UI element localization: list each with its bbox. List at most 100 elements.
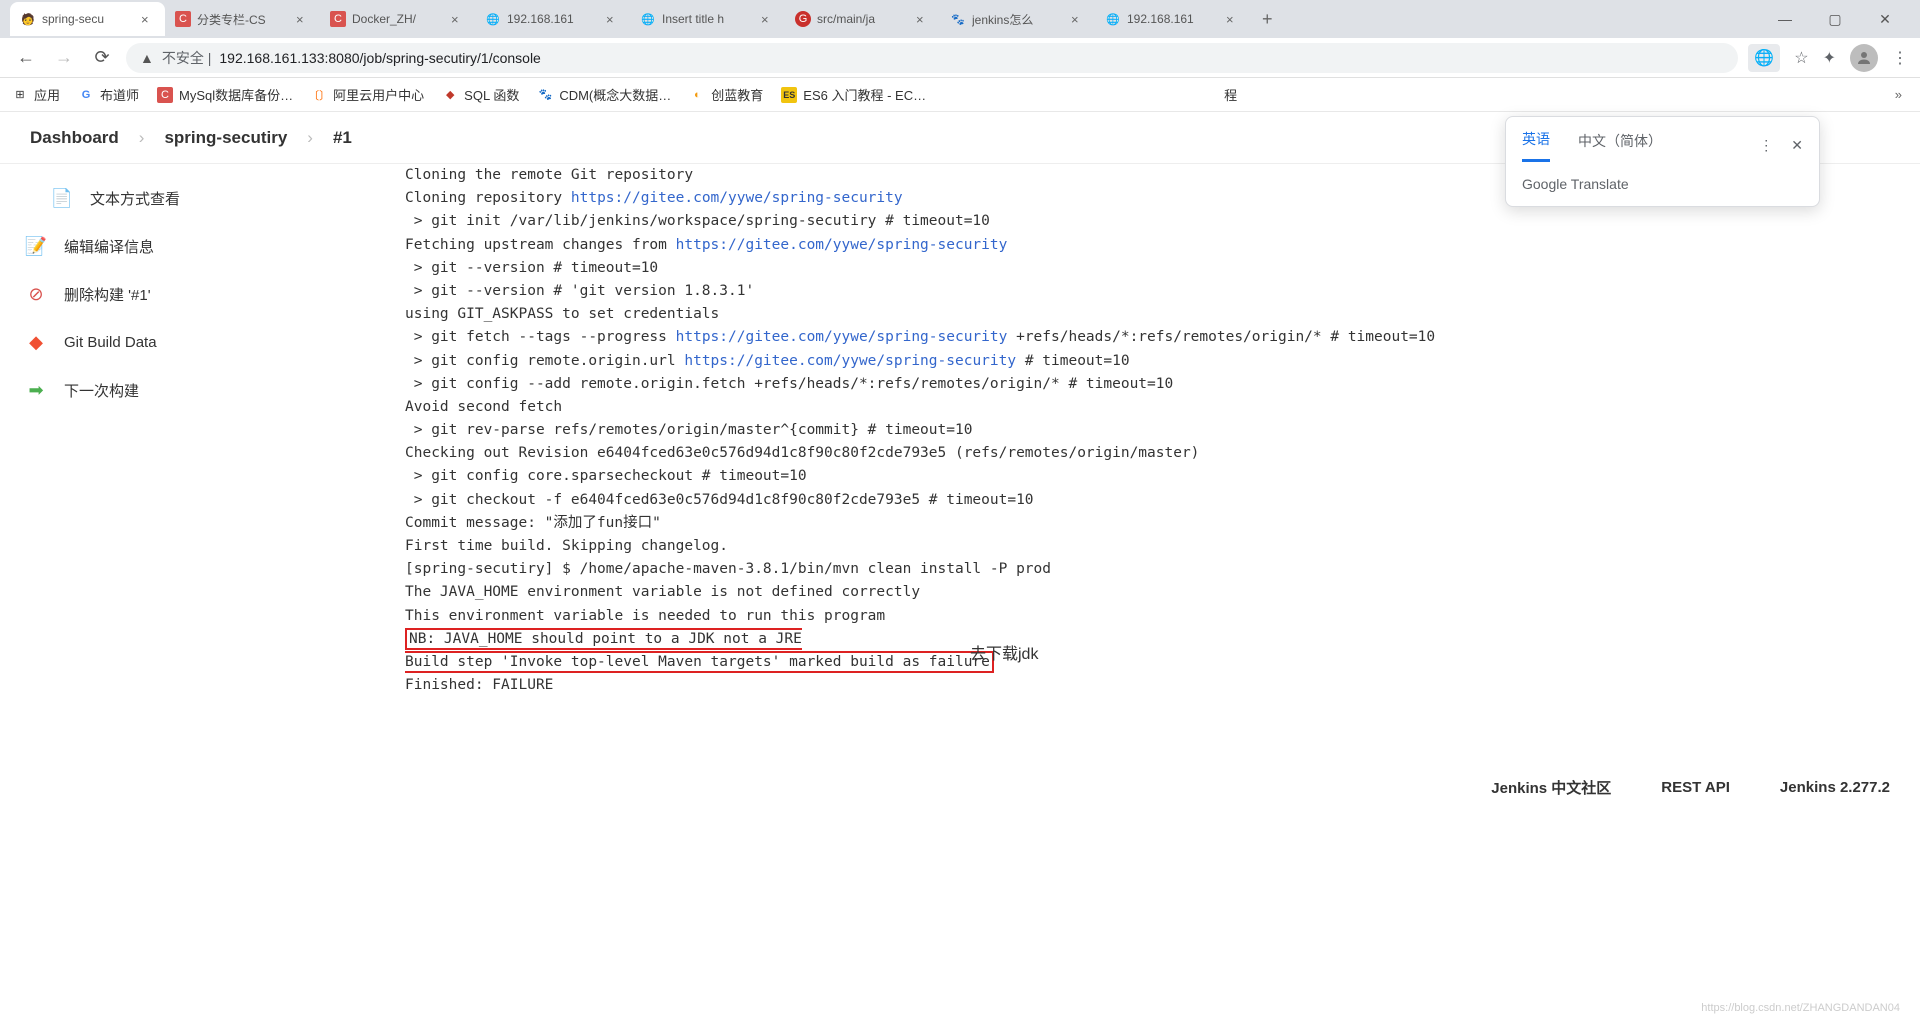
menu-icon[interactable]: ⋮: [1892, 48, 1908, 68]
translate-close-icon[interactable]: ✕: [1791, 137, 1803, 154]
tab-title-0: spring-secu: [42, 12, 135, 26]
bookmark-3[interactable]: 〔〕 阿里云用户中心: [311, 85, 424, 104]
repo-link[interactable]: https://gitee.com/yywe/spring-security: [684, 353, 1016, 369]
repo-link[interactable]: https://gitee.com/yywe/spring-security: [571, 190, 903, 206]
tab-title-6: jenkins怎么: [972, 11, 1065, 28]
breadcrumb-job[interactable]: spring-secutiry: [164, 128, 287, 148]
close-icon[interactable]: ×: [606, 12, 620, 26]
bookmark-label: 创蓝教育: [711, 85, 763, 104]
bookmark-icon: 〔〕: [311, 87, 327, 103]
error-highlight: NB: JAVA_HOME should point to a JDK not …: [405, 628, 994, 673]
toolbar-right: 🌐 ☆ ✦ ⋮: [1748, 44, 1908, 72]
tab-1[interactable]: C 分类专栏-CS ×: [165, 2, 320, 36]
console-line: Fetching upstream changes from: [405, 237, 676, 253]
close-window-button[interactable]: ✕: [1870, 11, 1900, 28]
bookmark-1[interactable]: G 布道师: [78, 85, 139, 104]
tab-strip: 🧑 spring-secu × C 分类专栏-CS × C Docker_ZH/…: [0, 0, 1920, 38]
tab-2[interactable]: C Docker_ZH/ ×: [320, 2, 475, 36]
sidebar-delete-build[interactable]: ⊘ 删除构建 '#1': [0, 270, 395, 318]
bookmark-icon: G: [78, 87, 94, 103]
sidebar-git-build[interactable]: ◆ Git Build Data: [0, 318, 395, 366]
footer-rest-api-link[interactable]: REST API: [1661, 779, 1730, 796]
tab-7[interactable]: 🌐 192.168.161 ×: [1095, 2, 1250, 36]
tab-4[interactable]: 🌐 Insert title h ×: [630, 2, 785, 36]
tab-title-7: 192.168.161: [1127, 12, 1220, 26]
tab-title-5: src/main/ja: [817, 12, 910, 26]
translate-icon[interactable]: 🌐: [1748, 44, 1780, 72]
console-line: > git checkout -f e6404fced63e0c576d94d1…: [405, 492, 1034, 508]
new-tab-button[interactable]: +: [1250, 9, 1285, 30]
sidebar-edit-build[interactable]: 📝 编辑编译信息: [0, 222, 395, 270]
tab-0[interactable]: 🧑 spring-secu ×: [10, 2, 165, 36]
console-line: > git config --add remote.origin.fetch +…: [405, 376, 1173, 392]
tab-favicon-0: 🧑: [20, 11, 36, 27]
close-icon[interactable]: ×: [1226, 12, 1240, 26]
repo-link[interactable]: https://gitee.com/yywe/spring-security: [676, 329, 1008, 345]
console-line: Finished: FAILURE: [405, 677, 553, 693]
bookmark-5[interactable]: 🐾 CDM(概念大数据…: [537, 85, 671, 104]
minimize-button[interactable]: —: [1770, 11, 1800, 28]
bookmark-icon: ES: [781, 87, 797, 103]
translate-menu-icon[interactable]: ⋮: [1759, 137, 1773, 154]
bookmark-6[interactable]: ◐ 创蓝教育: [689, 85, 763, 104]
close-icon[interactable]: ×: [1071, 12, 1085, 26]
bookmark-7[interactable]: ES ES6 入门教程 - EC…: [781, 85, 926, 104]
console-line: > git fetch --tags --progress: [405, 329, 676, 345]
sidebar-item-label: 文本方式查看: [90, 188, 180, 209]
console-output: Cloning the remote Git repository Clonin…: [395, 164, 1920, 764]
bookmark-4[interactable]: ◆ SQL 函数: [442, 85, 519, 104]
translate-popup: 英语 中文（简体） ⋮ ✕ Google Translate: [1505, 116, 1820, 207]
console-line: # timeout=10: [1016, 353, 1130, 369]
translate-tab-zh[interactable]: 中文（简体）: [1578, 131, 1662, 161]
console-line: > git --version # timeout=10: [405, 260, 658, 276]
bookmark-label: 应用: [34, 85, 60, 104]
bookmarks-bar: ⊞ 应用 G 布道师 C MySql数据库备份… 〔〕 阿里云用户中心 ◆ SQ…: [0, 78, 1920, 112]
git-icon: ◆: [24, 330, 48, 354]
bookmark-2[interactable]: C MySql数据库备份…: [157, 85, 293, 104]
forward-button[interactable]: →: [50, 44, 78, 72]
footer-community-link[interactable]: Jenkins 中文社区: [1491, 777, 1611, 798]
console-line: > git --version # 'git version 1.8.3.1': [405, 283, 754, 299]
bookmark-label: 阿里云用户中心: [333, 85, 424, 104]
edit-icon: 📝: [24, 234, 48, 258]
tab-favicon-7: 🌐: [1105, 11, 1121, 27]
tab-favicon-1: C: [175, 11, 191, 27]
reload-button[interactable]: ⟳: [88, 44, 116, 72]
star-icon[interactable]: ☆: [1794, 48, 1808, 68]
bookmark-label: SQL 函数: [464, 85, 519, 104]
close-icon[interactable]: ×: [451, 12, 465, 26]
address-bar[interactable]: ▲ 不安全 | 192.168.161.133:8080/job/spring-…: [126, 43, 1738, 73]
breadcrumb-build[interactable]: #1: [333, 128, 352, 148]
warning-icon: ▲: [140, 50, 154, 66]
back-button[interactable]: ←: [12, 44, 40, 72]
bookmark-label: MySql数据库备份…: [179, 85, 293, 104]
console-line: using GIT_ASKPASS to set credentials: [405, 306, 728, 322]
tab-favicon-6: 🐾: [950, 11, 966, 27]
translate-brand: Google Translate: [1506, 162, 1819, 206]
tab-3[interactable]: 🌐 192.168.161 ×: [475, 2, 630, 36]
sidebar-next-build[interactable]: ➡ 下一次构建: [0, 366, 395, 414]
translate-tabs: 英语 中文（简体） ⋮ ✕: [1506, 117, 1819, 162]
apps-icon: ⊞: [12, 87, 28, 103]
close-icon[interactable]: ×: [141, 12, 155, 26]
user-avatar[interactable]: [1850, 44, 1878, 72]
close-icon[interactable]: ×: [296, 12, 310, 26]
console-line: First time build. Skipping changelog.: [405, 538, 728, 554]
bookmarks-overflow[interactable]: »: [1895, 87, 1908, 102]
sidebar-view-text[interactable]: 📄 文本方式查看: [0, 174, 395, 222]
bookmark-apps[interactable]: ⊞ 应用: [12, 85, 60, 104]
repo-link[interactable]: https://gitee.com/yywe/spring-security: [676, 237, 1008, 253]
extensions-icon[interactable]: ✦: [1823, 48, 1836, 68]
arrow-right-icon: ➡: [24, 378, 48, 402]
close-icon[interactable]: ×: [761, 12, 775, 26]
close-icon[interactable]: ×: [916, 12, 930, 26]
tab-title-3: 192.168.161: [507, 12, 600, 26]
console-line: The JAVA_HOME environment variable is no…: [405, 584, 920, 600]
tab-5[interactable]: G src/main/ja ×: [785, 2, 940, 36]
translate-tab-en[interactable]: 英语: [1522, 129, 1550, 162]
maximize-button[interactable]: ▢: [1820, 11, 1850, 28]
window-controls: — ▢ ✕: [1770, 11, 1920, 28]
breadcrumb-dashboard[interactable]: Dashboard: [30, 128, 119, 148]
tab-6[interactable]: 🐾 jenkins怎么 ×: [940, 2, 1095, 36]
bookmark-hidden-label: 程: [1224, 85, 1237, 104]
